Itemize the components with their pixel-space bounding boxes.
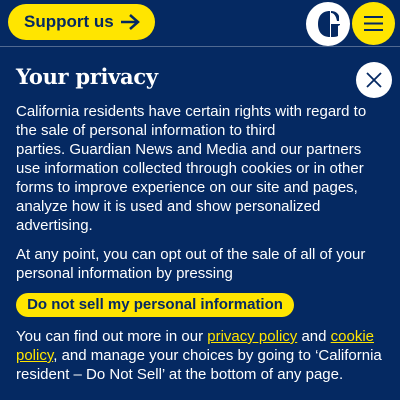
paragraph-line: California residents have certain rights… — [16, 103, 367, 120]
cookie-policy-link[interactable]: cookie — [331, 328, 374, 345]
text-segment: , and manage your choices by going to ‘C… — [53, 347, 382, 364]
close-button[interactable] — [356, 62, 392, 98]
cookie-policy-link-cont[interactable]: policy — [16, 347, 53, 364]
paragraph-line: policy, and manage your choices by going… — [16, 346, 388, 365]
paragraph-line: forms to improve experience on our site … — [16, 179, 358, 196]
privacy-title: Your privacy — [16, 64, 158, 89]
arrow-right-icon — [121, 14, 140, 30]
guardian-g-icon — [307, 3, 349, 45]
paragraph-line: use information collected through cookie… — [16, 160, 364, 177]
paragraph-line: the sale of personal information to thir… — [16, 122, 276, 139]
privacy-paragraph-3: You can find out more in our privacy pol… — [16, 327, 388, 384]
hamburger-menu-icon — [364, 16, 383, 31]
close-icon — [366, 72, 382, 88]
support-us-label: Support us — [24, 12, 114, 31]
privacy-paragraph-1: California residents have certain rights… — [16, 102, 388, 235]
header-divider — [0, 46, 400, 47]
paragraph-line: You can find out more in our privacy pol… — [16, 327, 388, 346]
privacy-policy-link[interactable]: privacy policy — [207, 328, 297, 345]
do-not-sell-button[interactable]: Do not sell my personal information — [16, 293, 294, 317]
paragraph-line: analyze how it is used and show personal… — [16, 198, 321, 215]
paragraph-line: At any point, you can opt out of the sal… — [16, 246, 366, 263]
paragraph-line: parties. Guardian News and Media and our… — [16, 141, 362, 158]
paragraph-line: personal information by pressing — [16, 265, 233, 282]
text-segment: and — [297, 328, 331, 345]
privacy-paragraph-2: At any point, you can opt out of the sal… — [16, 245, 388, 283]
guardian-logo-icon[interactable] — [306, 2, 350, 46]
support-us-button[interactable]: Support us — [8, 4, 155, 40]
paragraph-line: advertising. — [16, 217, 93, 234]
menu-button[interactable] — [352, 2, 395, 45]
paragraph-line: resident – Do Not Sell’ at the bottom of… — [16, 366, 344, 383]
text-segment: You can find out more in our — [16, 328, 208, 345]
top-header: Support us — [0, 0, 400, 46]
